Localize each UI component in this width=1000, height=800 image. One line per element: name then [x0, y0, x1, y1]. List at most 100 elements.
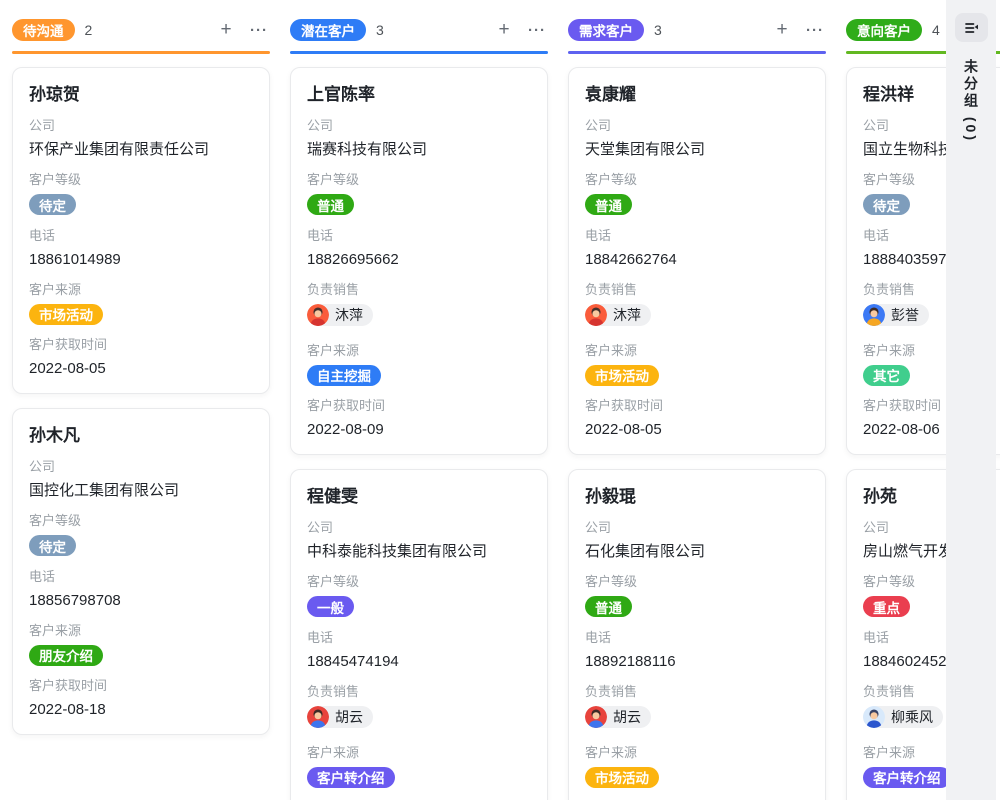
card-field: 电话18842662764: [585, 228, 809, 270]
field-label: 客户获取时间: [29, 337, 253, 353]
column-more-button[interactable]: ···: [526, 19, 548, 41]
column-card-count: 4: [932, 22, 940, 38]
column-more-button[interactable]: ···: [804, 19, 826, 41]
column-stage-tag[interactable]: 潜在客户: [290, 19, 366, 41]
field-label: 客户来源: [29, 623, 253, 639]
field-label: 客户来源: [585, 343, 809, 359]
card-field: 电话18826695662: [307, 228, 531, 270]
card-field: 负责销售胡云: [307, 684, 531, 733]
card-field: 客户来源市场活动: [585, 343, 809, 387]
salesperson-pill: 彭誉: [863, 304, 929, 326]
card-field: 电话18892188116: [585, 630, 809, 672]
card-field: 客户获取时间2022-08-05: [585, 398, 809, 440]
field-label: 公司: [29, 459, 253, 475]
field-label: 电话: [29, 228, 253, 244]
field-value: 18826695662: [307, 250, 531, 270]
column-cards: 袁康耀 公司天堂集团有限公司客户等级普通电话18842662764负责销售沐萍客…: [568, 67, 826, 800]
kanban-column-3: 需求客户 3 + ··· 袁康耀 公司天堂集团有限公司客户等级普通电话18842…: [568, 14, 826, 800]
field-value: 天堂集团有限公司: [585, 140, 809, 160]
field-label: 客户等级: [307, 172, 531, 188]
card-field: 客户等级普通: [585, 172, 809, 216]
field-label: 负责销售: [585, 282, 809, 298]
card-field: 客户获取时间2022-08-18: [29, 678, 253, 720]
field-value: 瑞赛科技有限公司: [307, 140, 531, 160]
column-more-button[interactable]: ···: [248, 19, 270, 41]
card-field: 客户获取时间2022-08-09: [307, 398, 531, 440]
field-tag: 普通: [585, 194, 632, 215]
salesperson-name: 彭誉: [891, 305, 919, 325]
customer-name: 上官陈率: [307, 84, 531, 106]
column-header: 需求客户 3 + ···: [568, 18, 826, 42]
avatar-icon: [307, 304, 329, 326]
salesperson-name: 胡云: [335, 707, 363, 727]
field-value: 18861014989: [29, 250, 253, 270]
field-tag: 重点: [863, 596, 910, 617]
column-cards: 孙琼贺 公司环保产业集团有限责任公司客户等级待定电话18861014989客户来…: [12, 67, 270, 735]
field-label: 负责销售: [307, 684, 531, 700]
field-value: 国控化工集团有限公司: [29, 481, 253, 501]
field-tag: 客户转介绍: [307, 767, 395, 788]
field-tag: 自主挖掘: [307, 365, 381, 386]
add-card-button[interactable]: +: [771, 19, 793, 41]
salesperson-name: 沐萍: [335, 305, 363, 325]
field-label: 客户获取时间: [29, 678, 253, 694]
column-stage-tag[interactable]: 意向客户: [846, 19, 922, 41]
avatar-icon: [863, 304, 885, 326]
field-label: 电话: [585, 228, 809, 244]
field-label: 客户等级: [585, 574, 809, 590]
card-field: 客户等级一般: [307, 574, 531, 618]
customer-name: 孙琼贺: [29, 84, 253, 106]
field-tag: 朋友介绍: [29, 645, 103, 666]
board-columns: 待沟通 2 + ··· 孙琼贺 公司环保产业集团有限责任公司客户等级待定电话18…: [0, 0, 1000, 800]
column-header: 潜在客户 3 + ···: [290, 18, 548, 42]
field-label: 客户获取时间: [307, 398, 531, 414]
field-tag: 普通: [585, 596, 632, 617]
salesperson-name: 柳乘风: [891, 707, 933, 727]
customer-card[interactable]: 孙琼贺 公司环保产业集团有限责任公司客户等级待定电话18861014989客户来…: [12, 67, 270, 394]
customer-card[interactable]: 袁康耀 公司天堂集团有限公司客户等级普通电话18842662764负责销售沐萍客…: [568, 67, 826, 455]
card-field: 公司瑞赛科技有限公司: [307, 118, 531, 160]
field-value: 2022-08-05: [29, 359, 253, 379]
column-stage-tag[interactable]: 需求客户: [568, 19, 644, 41]
column-card-count: 3: [376, 22, 384, 38]
add-card-button[interactable]: +: [493, 19, 515, 41]
collapse-list-icon: [963, 20, 980, 36]
column-stage-tag[interactable]: 待沟通: [12, 19, 75, 41]
field-tag: 待定: [29, 194, 76, 215]
kanban-column-1: 待沟通 2 + ··· 孙琼贺 公司环保产业集团有限责任公司客户等级待定电话18…: [12, 14, 270, 800]
card-field: 客户等级待定: [29, 513, 253, 557]
column-header: 待沟通 2 + ···: [12, 18, 270, 42]
card-field: 公司国控化工集团有限公司: [29, 459, 253, 501]
field-value: 18856798708: [29, 591, 253, 611]
field-label: 客户等级: [585, 172, 809, 188]
customer-card[interactable]: 上官陈率 公司瑞赛科技有限公司客户等级普通电话18826695662负责销售沐萍…: [290, 67, 548, 455]
customer-card[interactable]: 程健雯 公司中科泰能科技集团有限公司客户等级一般电话18845474194负责销…: [290, 469, 548, 800]
card-field: 客户来源市场活动: [585, 745, 809, 789]
field-label: 客户来源: [585, 745, 809, 761]
card-fields: 公司中科泰能科技集团有限公司客户等级一般电话18845474194负责销售胡云客…: [307, 520, 531, 800]
expand-group-button[interactable]: [955, 13, 988, 42]
salesperson-pill: 胡云: [585, 706, 651, 728]
customer-card[interactable]: 孙毅琨 公司石化集团有限公司客户等级普通电话18892188116负责销售胡云客…: [568, 469, 826, 800]
customer-card[interactable]: 孙木凡 公司国控化工集团有限公司客户等级待定电话18856798708客户来源朋…: [12, 408, 270, 735]
collapsed-group-label[interactable]: 未分组 (0): [961, 59, 981, 143]
card-field: 电话 18861014989: [29, 228, 253, 270]
customer-name: 孙毅琨: [585, 486, 809, 508]
salesperson-pill: 胡云: [307, 706, 373, 728]
field-tag: 客户转介绍: [863, 767, 951, 788]
kanban-column-2: 潜在客户 3 + ··· 上官陈率 公司瑞赛科技有限公司客户等级普通电话1882…: [290, 14, 548, 800]
add-card-button[interactable]: +: [215, 19, 237, 41]
field-tag: 市场活动: [585, 365, 659, 386]
card-fields: 公司石化集团有限公司客户等级普通电话18892188116负责销售胡云客户来源市…: [585, 520, 809, 800]
salesperson-pill: 沐萍: [307, 304, 373, 326]
field-label: 负责销售: [585, 684, 809, 700]
salesperson-pill: 沐萍: [585, 304, 651, 326]
card-field: 客户等级待定: [29, 172, 253, 216]
avatar-icon: [585, 304, 607, 326]
collapsed-group-panel[interactable]: 未分组 (0): [946, 0, 996, 800]
card-fields: 公司天堂集团有限公司客户等级普通电话18842662764 负责销售沐萍客户来源市…: [585, 118, 809, 440]
field-tag: 一般: [307, 596, 354, 617]
field-tag: 待定: [863, 194, 910, 215]
card-field: 公司天堂集团有限公司: [585, 118, 809, 160]
card-field: 客户来源朋友介绍: [29, 623, 253, 667]
